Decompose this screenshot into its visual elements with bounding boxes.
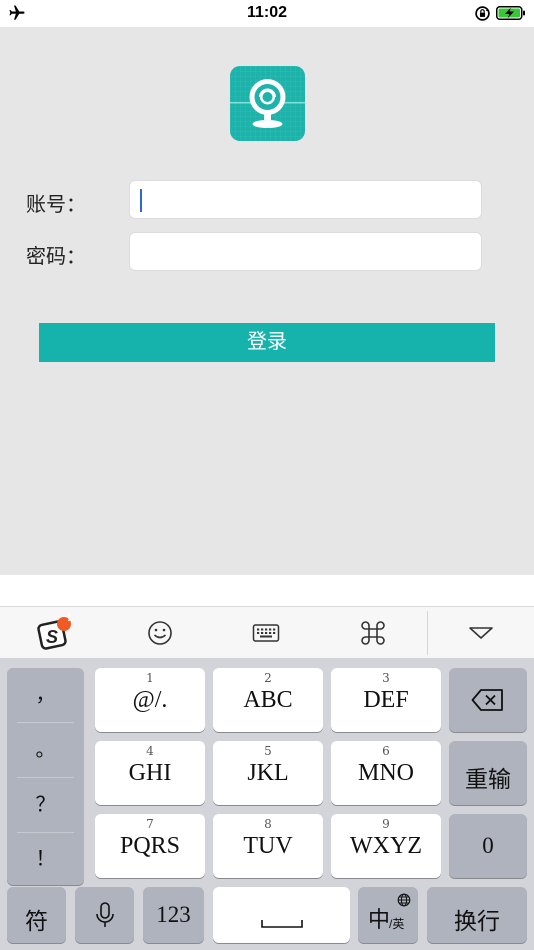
sogou-button[interactable]: S ! xyxy=(28,607,80,659)
login-screen: 账号： 密码： 登录 xyxy=(0,27,534,575)
password-input[interactable] xyxy=(129,232,482,271)
key-letters: JKL xyxy=(247,760,289,786)
reenter-key[interactable]: 重输 xyxy=(449,741,527,805)
rotation-lock-icon xyxy=(475,6,490,21)
chinese-label: 中 xyxy=(368,907,391,932)
key-3[interactable]: 3 DEF xyxy=(331,668,441,732)
key-letters: PQRS xyxy=(119,833,181,859)
key-9[interactable]: 9 WXYZ xyxy=(331,814,441,878)
key-letters: DEF xyxy=(363,687,409,713)
language-switch-key[interactable]: 中 /英 xyxy=(358,887,418,943)
collapse-keyboard-icon xyxy=(469,627,493,639)
key-1[interactable]: 1 @/. xyxy=(95,668,205,732)
key-number: 7 xyxy=(146,817,154,831)
key-number: 4 xyxy=(146,744,154,758)
punctuation-column: ， 。 ？ ！ xyxy=(7,668,84,885)
status-bar: 11:02 xyxy=(0,0,534,27)
key-4[interactable]: 4 GHI xyxy=(95,741,205,805)
emoji-button[interactable] xyxy=(134,607,186,659)
key-letters: GHI xyxy=(128,760,172,786)
keyboard-icon xyxy=(252,624,280,642)
microphone-icon xyxy=(96,902,114,927)
symbol-label: 符 xyxy=(25,908,48,934)
key-6[interactable]: 6 MNO xyxy=(331,741,441,805)
numbers-label: 123 xyxy=(156,902,191,927)
punct-period-key[interactable]: 。 xyxy=(7,723,84,777)
keyboard-switch-button[interactable] xyxy=(240,607,292,659)
key-number: 5 xyxy=(264,744,272,758)
key-8[interactable]: 8 TUV xyxy=(213,814,323,878)
key-number: 1 xyxy=(146,671,154,685)
command-icon xyxy=(361,621,385,645)
key-number: 8 xyxy=(264,817,272,831)
delete-key[interactable] xyxy=(449,668,527,732)
backspace-icon xyxy=(471,689,503,711)
collapse-keyboard-button[interactable] xyxy=(455,607,507,659)
key-number: 9 xyxy=(382,817,390,831)
command-button[interactable] xyxy=(347,607,399,659)
punct-exclaim-key[interactable]: ！ xyxy=(7,832,84,886)
account-label: 账号： xyxy=(26,194,86,216)
return-key[interactable]: 换行 xyxy=(427,887,527,943)
reenter-label: 重输 xyxy=(465,766,511,792)
camera-app-logo xyxy=(230,66,305,141)
punct-comma-key[interactable]: ， xyxy=(7,668,84,722)
english-label: /英 xyxy=(389,917,405,931)
space-icon xyxy=(261,920,303,928)
key-number: 3 xyxy=(382,671,390,685)
text-caret xyxy=(140,189,142,212)
battery-charging-icon xyxy=(496,6,525,20)
numbers-key[interactable]: 123 xyxy=(143,887,204,943)
globe-icon xyxy=(397,893,411,907)
symbol-key[interactable]: 符 xyxy=(7,887,66,943)
keyboard-toolbar: S ! xyxy=(0,606,534,658)
key-5[interactable]: 5 JKL xyxy=(213,741,323,805)
punct-question-key[interactable]: ？ xyxy=(7,778,84,832)
key-number: 6 xyxy=(382,744,390,758)
status-time: 11:02 xyxy=(246,4,288,21)
key-number: 2 xyxy=(264,671,272,685)
key-0[interactable]: 0 xyxy=(449,814,527,878)
key-letters: WXYZ xyxy=(350,833,422,859)
password-label: 密码： xyxy=(26,246,86,268)
account-input[interactable] xyxy=(129,180,482,219)
key-2[interactable]: 2 ABC xyxy=(213,668,323,732)
key-letters: ABC xyxy=(243,687,293,713)
notification-badge: ! xyxy=(67,612,71,624)
key-letters: TUV xyxy=(243,833,293,859)
zero-label: 0 xyxy=(482,833,494,858)
emoji-icon xyxy=(148,621,172,645)
toolbar-divider xyxy=(427,611,428,655)
keyboard-gap xyxy=(0,575,534,606)
key-letters: MNO xyxy=(357,760,414,786)
key-letters: @/. xyxy=(132,687,168,713)
key-7[interactable]: 7 PQRS xyxy=(95,814,205,878)
login-button[interactable]: 登录 xyxy=(39,323,495,362)
return-label: 换行 xyxy=(454,908,500,934)
nine-key-keyboard: ， 。 ？ ！ 1 @/. 2 ABC 3 DEF 4 GHI 5 JKL 6 … xyxy=(0,658,534,950)
svg-text:S: S xyxy=(46,627,58,647)
space-key[interactable] xyxy=(213,887,350,943)
voice-key[interactable] xyxy=(75,887,134,943)
